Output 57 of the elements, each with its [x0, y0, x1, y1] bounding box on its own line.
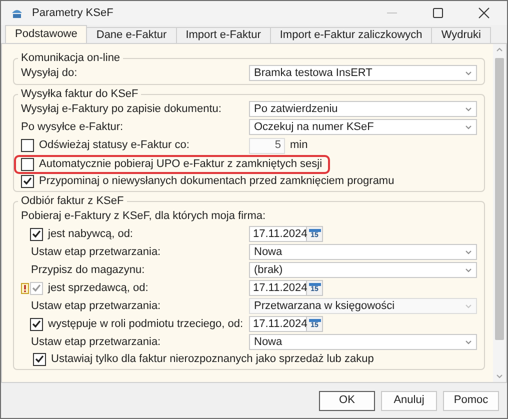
chevron-down-icon [465, 106, 472, 112]
dropdown[interactable]: Po zatwierdzeniu [249, 101, 477, 117]
checkbox-label: Przypominaj o niewysłanych dokumentach przed zamknięciem programu [39, 174, 394, 189]
chevron-down-icon [465, 70, 472, 76]
date-field[interactable]: 17.11.2024 [249, 316, 307, 332]
field-label: Ustaw etap przetwarzania: [31, 244, 162, 260]
checkbox-label: Ustawiaj tylko dla faktur nierozpoznanych jako sprzedaż lub zakup [51, 352, 374, 367]
tab[interactable]: Import e-Faktur zaliczkowych [270, 27, 432, 43]
checkmark-icon [32, 230, 41, 238]
chevron-down-icon [465, 124, 472, 130]
checkbox-label: jest nabywcą, od: [48, 226, 133, 242]
checkbox-label: Automatycznie pobieraj UPO e-Faktur z zamkniętych sesji [39, 156, 322, 172]
checkmark-icon [23, 177, 32, 185]
field-label: Ustaw etap przetwarzania: [31, 334, 162, 350]
checkbox[interactable] [30, 228, 43, 240]
dropdown[interactable]: (brak) [249, 262, 477, 278]
unit-label: min [290, 138, 308, 154]
checkbox-label: występuje w roli podmiotu trzeciego, od: [48, 316, 244, 332]
dialog-button[interactable]: OK [319, 390, 375, 410]
chevron-down-icon [465, 340, 472, 344]
tab[interactable]: Wydruki [431, 27, 491, 43]
dropdown[interactable]: Bramka testowa InsERT [249, 65, 477, 81]
checkbox-label: jest sprzedawcą, od: [48, 280, 148, 296]
checkbox[interactable] [21, 174, 34, 188]
dropdown[interactable]: Oczekuj na numer KSeF [249, 119, 477, 135]
checkmark-icon [32, 320, 41, 328]
checkmark-icon [35, 355, 44, 363]
chevron-down-icon [465, 304, 472, 308]
group-title: Odbiór faktur z KSeF [20, 195, 125, 207]
dialog-button[interactable]: Pomoc [443, 390, 499, 410]
window-title: Parametry KSeF [32, 6, 114, 21]
group-title: Komunikacja on-line [20, 52, 122, 64]
chevron-down-icon [465, 250, 472, 254]
checkbox[interactable] [30, 318, 43, 330]
group-title: Wysyłka faktur do KSeF [20, 88, 140, 100]
field-label: Ustaw etap przetwarzania: [31, 298, 162, 314]
dropdown[interactable]: Nowa [249, 244, 477, 260]
scrollbar[interactable] [493, 44, 506, 382]
checkbox[interactable] [21, 139, 34, 152]
field-label: Wysyłaj do: [21, 66, 78, 81]
field-label: Przypisz do magazynu: [31, 262, 146, 278]
dropdown[interactable]: Nowa [249, 334, 477, 350]
checkbox[interactable] [33, 352, 46, 366]
tab[interactable]: Import e-Faktur [176, 27, 271, 43]
checkmark-icon [32, 284, 41, 292]
field-label: Wysyłaj e-Faktury po zapisie dokumentu: [21, 102, 222, 117]
app-icon [10, 7, 24, 19]
chevron-down-icon [465, 268, 472, 272]
minutes-field[interactable]: 5 [249, 138, 285, 154]
checkbox-label: Odświeżaj statusy e-Faktur co: [39, 138, 190, 154]
scroll-thumb[interactable] [495, 58, 504, 340]
tab[interactable]: Podstawowe [5, 25, 88, 43]
field-label: Po wysyłce e-Faktur: [21, 120, 124, 135]
checkbox[interactable] [21, 158, 34, 170]
dialog-button[interactable]: Anuluj [381, 390, 437, 410]
section-label: Pobieraj e-Faktury z KSeF, dla których moja firma: [21, 208, 266, 224]
date-field[interactable]: 17.11.2024 [249, 226, 307, 242]
